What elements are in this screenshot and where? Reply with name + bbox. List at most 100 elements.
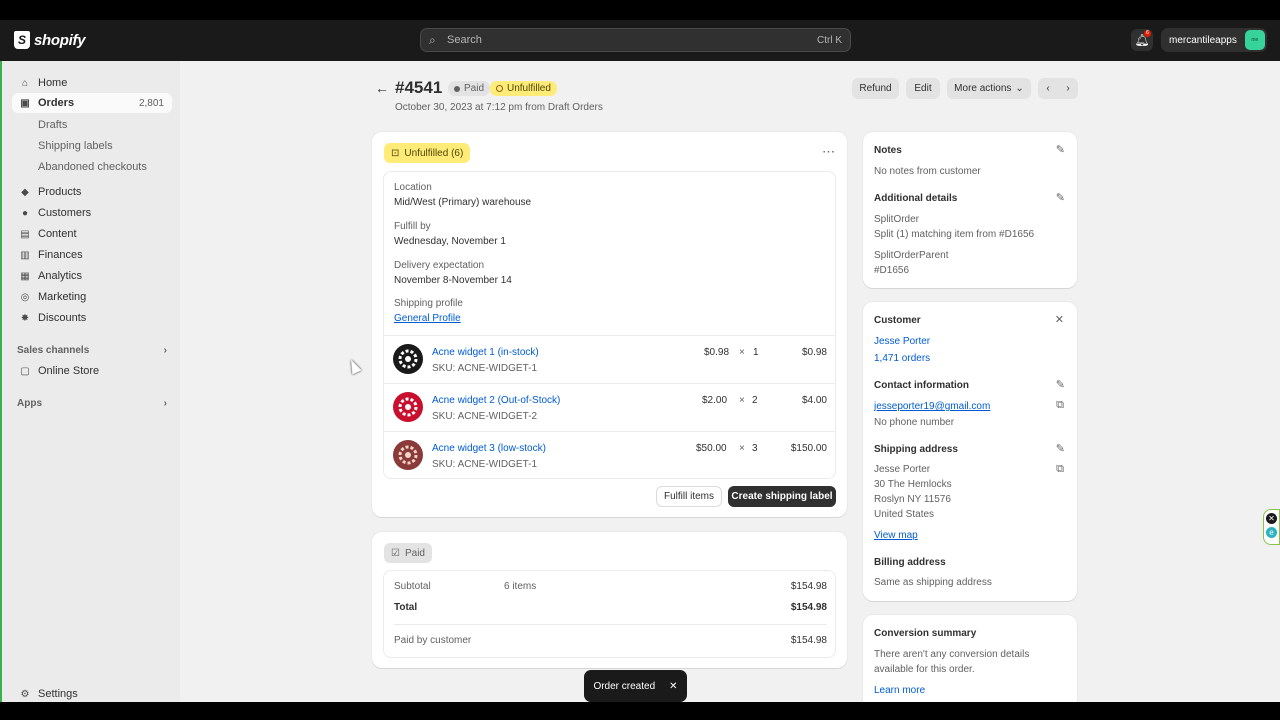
store-menu[interactable]: mercantileapps me: [1161, 28, 1267, 52]
avatar: me: [1244, 30, 1265, 50]
sidebar-item-analytics[interactable]: ▦ Analytics: [12, 266, 172, 286]
copy-icon[interactable]: ⧉: [1056, 399, 1064, 412]
edit-notes-icon[interactable]: ✎: [1056, 143, 1065, 156]
shipping-profile-link[interactable]: General Profile: [394, 313, 461, 324]
more-icon[interactable]: ⋯: [822, 144, 835, 160]
sidebar-sub-drafts[interactable]: Drafts: [38, 119, 67, 131]
customer-email-link[interactable]: jesseporter19@gmail.com: [874, 401, 990, 412]
sidebar-sub-shipping-labels[interactable]: Shipping labels: [38, 140, 113, 152]
mouse-cursor-icon: [346, 357, 362, 375]
shopify-logo[interactable]: shopify: [14, 31, 86, 49]
search-input[interactable]: ⌕ Search Ctrl K: [420, 28, 851, 52]
more-actions-label: More actions: [954, 83, 1012, 94]
back-arrow-icon[interactable]: ←: [375, 80, 389, 96]
sidebar-item-marketing[interactable]: ◎ Marketing: [12, 287, 172, 307]
edit-button[interactable]: Edit: [906, 78, 940, 99]
person-icon: ●: [21, 207, 29, 219]
sales-channels-label: Sales channels: [17, 345, 90, 356]
line-item-name[interactable]: Acne widget 3 (low-stock): [432, 443, 546, 454]
notes-text: No notes from customer: [874, 166, 981, 177]
paid-pill: ☑ Paid: [384, 543, 432, 563]
shipping-profile-label: Shipping profile: [394, 298, 463, 309]
divider: [384, 431, 835, 432]
close-icon[interactable]: ✕: [669, 681, 677, 692]
conversion-summary-card: Conversion summary There aren't any conv…: [863, 615, 1077, 702]
learn-more-link[interactable]: Learn more: [874, 685, 925, 696]
chart-icon: ▦: [20, 270, 30, 282]
fulfill-items-button[interactable]: Fulfill items: [656, 486, 722, 507]
sidebar-item-home[interactable]: ⌂ Home: [12, 73, 172, 93]
line-item-price: $2.00: [702, 395, 728, 406]
customer-name-link[interactable]: Jesse Porter: [874, 336, 930, 347]
window-edge: [0, 61, 2, 702]
view-map-link[interactable]: View map: [874, 530, 918, 541]
bank-icon: ▥: [20, 249, 30, 261]
sidebar: [0, 61, 180, 702]
sidebar-item-content[interactable]: ▤ Content: [12, 224, 172, 244]
line-item-name[interactable]: Acne widget 1 (in-stock): [432, 347, 539, 358]
copy-icon[interactable]: ⧉: [1056, 463, 1064, 476]
product-thumbnail: [393, 392, 423, 422]
sidebar-item-settings[interactable]: ⚙ Settings: [12, 684, 172, 702]
refund-button[interactable]: Refund: [852, 78, 899, 99]
address-line: Roslyn NY 11576: [874, 494, 951, 505]
customer-card: Customer ✕ Jesse Porter 1,471 orders Con…: [863, 302, 1077, 601]
sidebar-item-finances[interactable]: ▥ Finances: [12, 245, 172, 265]
more-actions-button[interactable]: More actions ⌄: [947, 78, 1031, 99]
line-item-times: ×: [739, 347, 745, 358]
billing-address-title: Billing address: [874, 557, 946, 568]
sidebar-item-label: Content: [38, 228, 77, 240]
previous-order-icon[interactable]: ‹: [1046, 83, 1049, 94]
fulfillment-card: ⊡ Unfulfilled (6) ⋯ Location Mid/West (P…: [372, 132, 847, 517]
line-item-total: $0.98: [801, 347, 827, 358]
sidebar-item-label: Online Store: [38, 365, 100, 377]
conversion-summary-title: Conversion summary: [874, 628, 977, 639]
sidebar-item-customers[interactable]: ● Customers: [12, 203, 172, 223]
total-label: Total: [394, 602, 418, 613]
package-icon: ⊡: [391, 147, 400, 159]
target-icon: ◎: [20, 291, 30, 303]
sidebar-item-label: Products: [38, 186, 82, 198]
app-screen: shopify ⌕ Search Ctrl K 🔔︎ 6 mercantilea…: [0, 20, 1280, 702]
extension-icon[interactable]: e: [1266, 527, 1277, 538]
address-line: Jesse Porter: [874, 464, 931, 475]
divider: [394, 624, 827, 625]
apps-section[interactable]: Apps ›: [17, 398, 167, 409]
conversion-text: available for this order.: [874, 664, 975, 675]
line-item-price: $0.98: [704, 347, 730, 358]
divider: [384, 383, 835, 384]
store-icon: ▢: [20, 365, 30, 377]
line-item-name[interactable]: Acne widget 2 (Out-of-Stock): [432, 395, 560, 406]
unfulfilled-count: Unfulfilled (6): [404, 147, 464, 159]
line-item-total: $4.00: [801, 395, 827, 406]
close-circle-icon[interactable]: ✕: [1266, 513, 1277, 524]
sidebar-item-products[interactable]: ◆ Products: [12, 182, 172, 202]
customer-orders-link[interactable]: 1,471 orders: [874, 353, 930, 364]
sidebar-sub-abandoned-checkouts[interactable]: Abandoned checkouts: [38, 161, 147, 173]
sidebar-item-orders[interactable]: ▣ Orders 2,801: [12, 93, 172, 113]
additional-details-title: Additional details: [874, 193, 958, 204]
edit-contact-icon[interactable]: ✎: [1056, 378, 1065, 391]
close-icon[interactable]: ✕: [1055, 313, 1064, 326]
sidebar-item-discounts[interactable]: ✸ Discounts: [12, 308, 172, 328]
next-order-icon[interactable]: ›: [1066, 83, 1069, 94]
sales-channels-section[interactable]: Sales channels ›: [17, 345, 167, 356]
paid-pill-label: Paid: [404, 547, 425, 559]
subtotal-label: Subtotal: [394, 581, 431, 592]
paid-badge: Paid: [448, 81, 491, 96]
sidebar-item-label: Home: [38, 77, 68, 89]
create-shipping-label-button[interactable]: Create shipping label: [728, 486, 836, 507]
tag-icon: ◆: [21, 186, 29, 198]
line-item-times: ×: [739, 395, 745, 406]
search-icon: ⌕: [429, 32, 436, 47]
edit-shipping-address-icon[interactable]: ✎: [1056, 442, 1065, 455]
edit-additional-details-icon[interactable]: ✎: [1056, 191, 1065, 204]
notifications-button[interactable]: 🔔︎ 6: [1131, 29, 1153, 51]
sidebar-item-label: Orders: [38, 97, 75, 109]
total-value: $154.98: [790, 602, 827, 613]
gear-product-icon: [398, 397, 418, 417]
sidebar-item-label: Finances: [38, 249, 83, 261]
line-item-sku: SKU: ACNE-WIDGET-1: [432, 459, 538, 470]
fulfill-by-value: Wednesday, November 1: [394, 236, 506, 247]
sidebar-item-online-store[interactable]: ▢ Online Store: [12, 361, 172, 381]
